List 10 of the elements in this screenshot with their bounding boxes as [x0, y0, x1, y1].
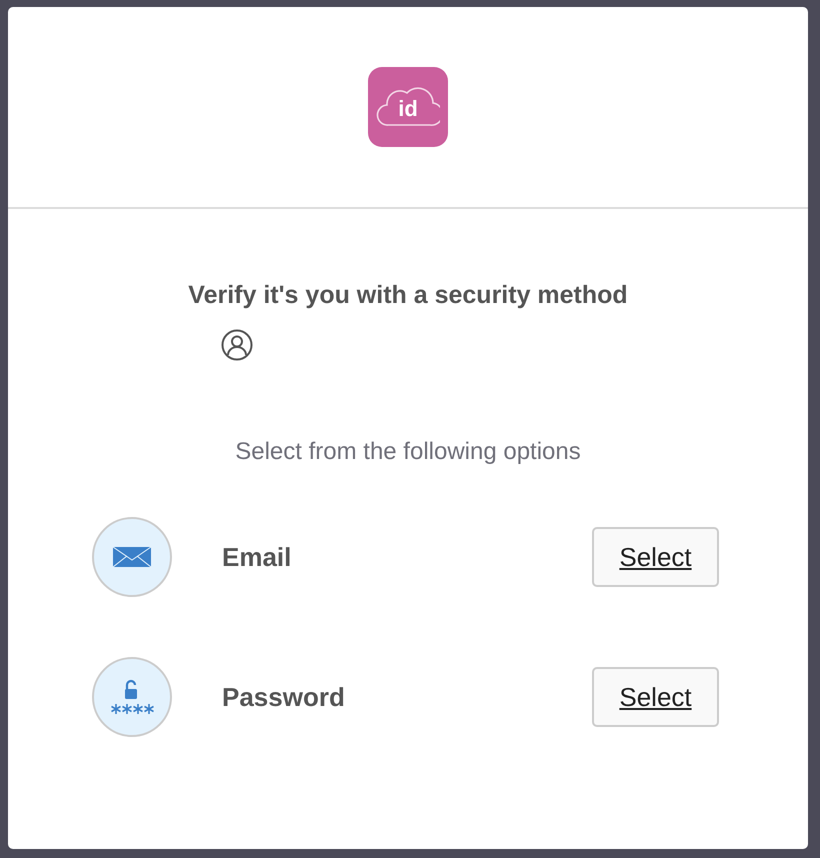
user-icon [221, 329, 253, 361]
instructions-text: Select from the following options [234, 437, 582, 467]
method-label: Password [222, 682, 346, 712]
lock-icon [92, 657, 172, 737]
select-button[interactable]: Select [592, 667, 719, 727]
method-label: Email [222, 542, 292, 572]
envelope-icon [92, 517, 172, 597]
page-title: Verify it's you with a security method [187, 280, 629, 311]
logo-text: id [398, 96, 418, 122]
select-button[interactable]: Select [592, 527, 719, 587]
